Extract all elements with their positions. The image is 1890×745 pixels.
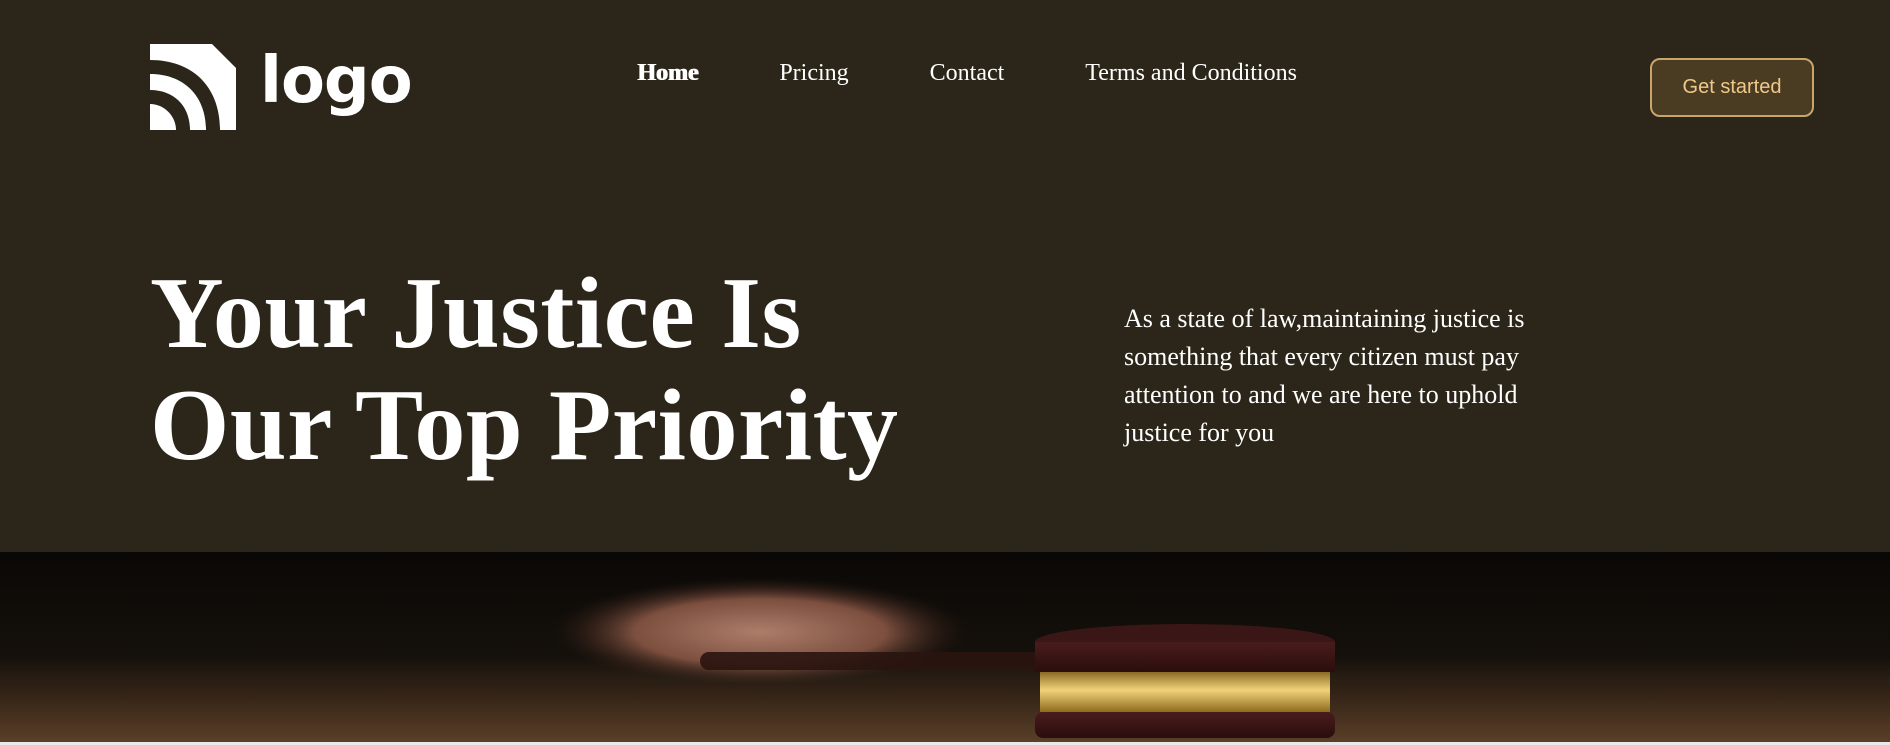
nav-contact[interactable]: Contact (930, 60, 1005, 87)
nav-pricing[interactable]: Pricing (779, 60, 848, 87)
get-started-button[interactable]: Get started (1650, 58, 1814, 117)
hero-description: As a state of law,maintaining justice is… (1124, 304, 1525, 447)
desk-surface (0, 682, 1890, 742)
gavel-handle (700, 652, 1060, 670)
nav-terms[interactable]: Terms and Conditions (1085, 60, 1297, 87)
hero-title-line-2: Our Top Priority (150, 369, 899, 482)
gavel-banner-image (0, 552, 1890, 742)
site-header: logo Home Pricing Contact Terms and Cond… (0, 0, 1890, 170)
hero-title-line-1: Your Justice Is (150, 257, 802, 370)
gavel-illustration (0, 577, 1890, 742)
hero-title: Your Justice Is Our Top Priority (150, 258, 899, 482)
main-nav: Home Pricing Contact Terms and Condition… (637, 60, 1297, 87)
logo[interactable]: logo (150, 44, 413, 130)
gavel-gold-band (1040, 672, 1330, 712)
nav-home[interactable]: Home (637, 60, 698, 87)
logo-text: logo (260, 44, 413, 118)
logo-mark-icon (150, 44, 236, 130)
blurred-hand (550, 577, 970, 687)
gavel-head-body (1035, 642, 1335, 672)
gavel-head-base (1035, 712, 1335, 738)
